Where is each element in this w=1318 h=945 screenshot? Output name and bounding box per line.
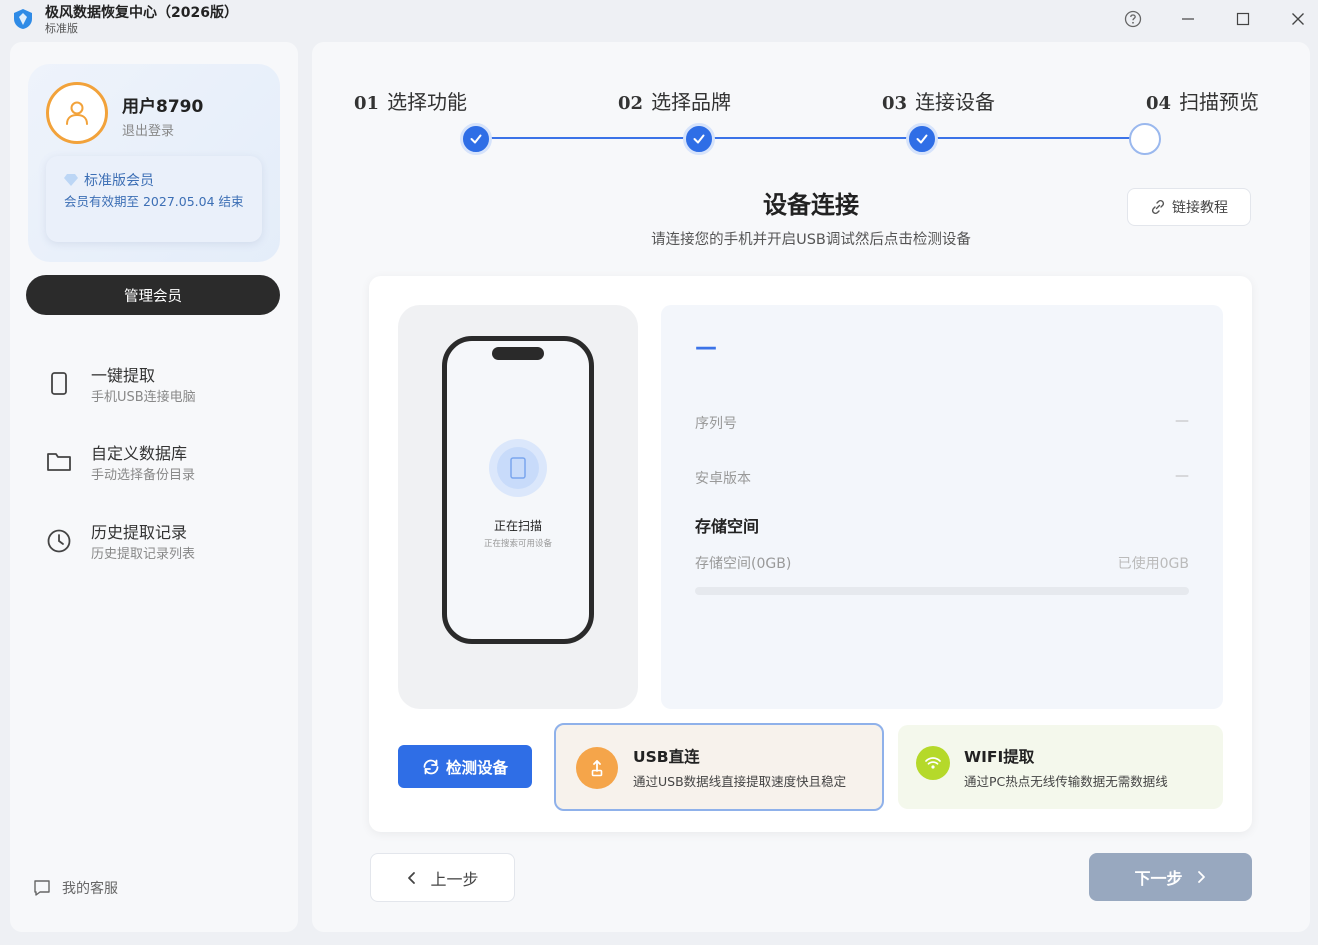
folder-icon	[47, 453, 71, 471]
wifi-mode-card[interactable]: WIFI提取 通过PC热点无线传输数据无需数据线	[898, 725, 1223, 809]
close-button[interactable]	[1286, 8, 1310, 30]
phone-preview: 正在扫描 正在搜索可用设备	[398, 305, 638, 709]
phone-illustration: 正在扫描 正在搜索可用设备	[442, 336, 594, 644]
wifi-mode-title: WIFI提取	[964, 748, 1035, 766]
username: 用户8790	[122, 97, 204, 117]
wifi-icon	[925, 757, 941, 769]
storage-title: 存储空间	[695, 517, 760, 536]
android-version-value: —	[1175, 468, 1189, 484]
sidebar-item-title: 一键提取	[91, 366, 156, 385]
storage-used: 已使用0GB	[1117, 556, 1189, 572]
usb-mode-card[interactable]: USB直连 通过USB数据线直接提取速度快且稳定	[554, 723, 884, 811]
scan-status-title: 正在扫描	[493, 519, 542, 533]
usb-mode-title: USB直连	[633, 748, 700, 766]
step-4-dot	[1129, 123, 1161, 155]
storage-label: 存储空间(0GB)	[695, 556, 792, 572]
sidebar-item-subtitle: 历史提取记录列表	[91, 547, 196, 562]
next-step-button[interactable]: 下一步	[1089, 853, 1252, 901]
wifi-mode-subtitle: 通过PC热点无线传输数据无需数据线	[964, 774, 1168, 789]
step-3-dot	[906, 123, 938, 155]
step-2: 02 选择品牌	[618, 90, 732, 114]
chevron-left-icon	[408, 871, 416, 884]
previous-step-label: 上一步	[430, 869, 479, 889]
step-progress-line	[476, 137, 1156, 139]
refresh-icon	[423, 759, 439, 774]
storage-progress-bar	[695, 587, 1189, 595]
help-icon	[1124, 10, 1142, 28]
scan-status-subtitle: 正在搜索可用设备	[483, 539, 552, 549]
membership-title: 标准版会员	[64, 170, 154, 190]
customer-service-link[interactable]: 我的客服	[32, 878, 118, 898]
next-step-label: 下一步	[1134, 869, 1183, 888]
step-3: 03 连接设备	[882, 90, 996, 114]
manage-membership-button[interactable]: 管理会员	[26, 275, 280, 315]
user-icon	[66, 101, 88, 125]
logout-link[interactable]: 退出登录	[122, 120, 174, 139]
device-panel: 正在扫描 正在搜索可用设备 — 序列号 — 安卓版本 — 存储空间 存储空间(0…	[369, 276, 1252, 832]
avatar[interactable]	[46, 82, 108, 144]
serial-label: 序列号	[695, 416, 737, 432]
sidebar-item-custom-database[interactable]: 自定义数据库 手动选择备份目录	[46, 440, 286, 496]
usb-icon	[591, 760, 603, 777]
sidebar-item-subtitle: 手机USB连接电脑	[91, 390, 196, 405]
serial-row: 序列号 —	[695, 413, 1189, 433]
membership-expire: 会员有效期至 2027.05.04 结束	[64, 194, 244, 209]
previous-step-button[interactable]: 上一步	[370, 853, 515, 902]
step-1: 01 选择功能	[354, 90, 468, 114]
link-icon	[1151, 199, 1165, 215]
clock-icon	[47, 529, 71, 553]
tablet-icon	[510, 457, 526, 479]
app-edition: 标准版	[45, 22, 78, 35]
check-icon	[916, 134, 928, 144]
detect-device-button[interactable]: 检测设备	[398, 745, 532, 788]
wifi-mode-icon-wrap	[916, 746, 950, 780]
storage-row: 存储空间(0GB) 已使用0GB	[695, 553, 1189, 573]
sidebar: 用户8790 退出登录 标准版会员 会员有效期至 2027.05.04 结束 管…	[10, 42, 298, 932]
device-name: —	[695, 335, 717, 360]
user-card: 用户8790 退出登录 标准版会员 会员有效期至 2027.05.04 结束	[28, 64, 280, 262]
app-logo-icon	[14, 9, 32, 29]
membership-title-text: 标准版会员	[84, 173, 154, 189]
sidebar-item-one-click-extract[interactable]: 一键提取 手机USB连接电脑	[46, 362, 286, 418]
diamond-icon	[64, 174, 78, 186]
serial-value: —	[1175, 413, 1189, 429]
chat-icon	[34, 880, 50, 896]
sidebar-item-subtitle: 手动选择备份目录	[91, 468, 196, 483]
device-info: — 序列号 — 安卓版本 — 存储空间 存储空间(0GB) 已使用0GB	[661, 305, 1223, 709]
step-1-dot	[460, 123, 492, 155]
check-icon	[693, 134, 705, 144]
close-icon	[1292, 13, 1304, 25]
maximize-button[interactable]	[1231, 8, 1255, 30]
scan-indicator	[489, 439, 547, 497]
android-version-label: 安卓版本	[695, 471, 751, 487]
page-subtitle: 请连接您的手机并开启USB调试然后点击检测设备	[651, 232, 971, 248]
usb-mode-subtitle: 通过USB数据线直接提取速度快且稳定	[633, 774, 847, 789]
step-4: 04 扫描预览	[1146, 90, 1260, 114]
sidebar-item-title: 历史提取记录	[91, 523, 188, 542]
help-button[interactable]	[1121, 8, 1145, 30]
detect-device-label: 检测设备	[445, 758, 508, 777]
check-icon	[470, 134, 482, 144]
title-bar: 极风数据恢复中心（2026版） 标准版	[0, 0, 1318, 40]
phone-icon	[51, 372, 67, 395]
membership-box: 标准版会员 会员有效期至 2027.05.04 结束	[46, 156, 262, 242]
sidebar-item-title: 自定义数据库	[91, 444, 188, 463]
phone-notch	[492, 347, 544, 360]
app-title: 极风数据恢复中心（2026版）	[45, 5, 238, 21]
tutorial-button[interactable]: 链接教程	[1127, 188, 1251, 226]
customer-service-label: 我的客服	[62, 881, 118, 897]
tutorial-label: 链接教程	[1172, 200, 1228, 216]
minimize-button[interactable]	[1176, 8, 1200, 30]
android-version-row: 安卓版本 —	[695, 468, 1189, 488]
main-panel: 01 选择功能 02 选择品牌 03 连接设备 04 扫描预览 设备连接 请连接您的手机…	[312, 42, 1310, 932]
maximize-icon	[1236, 12, 1250, 26]
usb-mode-icon-wrap	[576, 747, 618, 789]
sidebar-item-history[interactable]: 历史提取记录 历史提取记录列表	[46, 519, 286, 575]
minimize-icon	[1182, 18, 1194, 20]
chevron-right-icon	[1197, 871, 1205, 883]
step-2-dot	[683, 123, 715, 155]
